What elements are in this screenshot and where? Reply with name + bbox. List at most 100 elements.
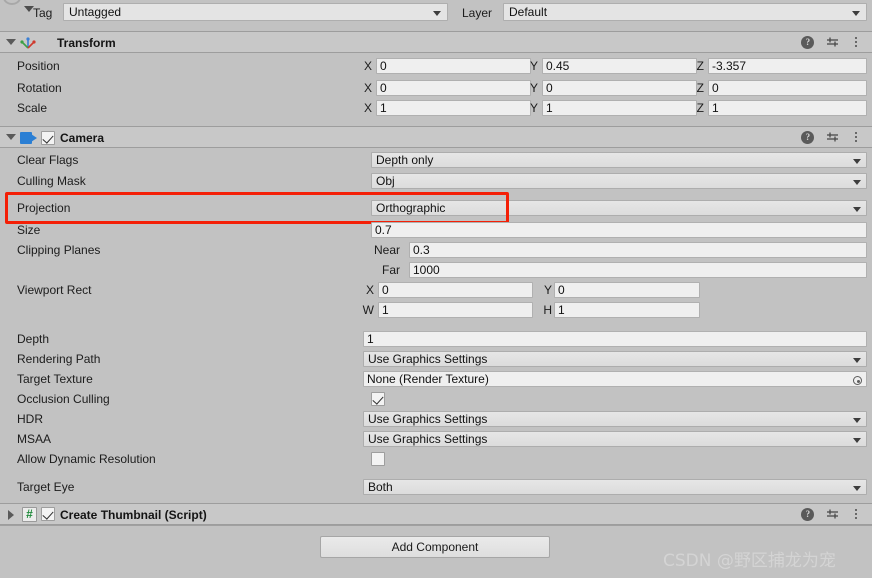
hdr-dropdown[interactable]: Use Graphics Settings (363, 411, 867, 427)
projection-value: Orthographic (376, 201, 446, 215)
camera-enabled-checkbox[interactable] (41, 131, 55, 145)
chevron-down-icon (853, 418, 861, 423)
create-thumbnail-component-header[interactable]: # Create Thumbnail (Script) ? (0, 503, 872, 525)
more-menu-icon[interactable] (850, 507, 864, 523)
preset-icon[interactable] (826, 507, 840, 523)
hdr-label: HDR (17, 412, 43, 426)
help-icon[interactable]: ? (801, 35, 815, 51)
rendering-path-label: Rendering Path (17, 352, 101, 366)
layer-value: Default (509, 5, 548, 19)
help-icon[interactable]: ? (801, 130, 815, 146)
scale-x-field[interactable]: 1 (376, 100, 531, 116)
depth-field[interactable]: 1 (363, 331, 867, 347)
viewport-h-label: H (543, 303, 552, 317)
rotation-x-field[interactable]: 0 (376, 80, 531, 96)
viewport-w-field[interactable]: 1 (378, 302, 533, 318)
rotation-z-field[interactable]: 0 (708, 80, 867, 96)
target-eye-value: Both (368, 480, 393, 494)
viewport-h-field[interactable]: 1 (554, 302, 700, 318)
axis-label-x: X (363, 81, 372, 95)
clipping-far-field[interactable]: 1000 (409, 262, 867, 278)
layer-dropdown[interactable]: Default (503, 3, 867, 21)
rendering-path-dropdown[interactable]: Use Graphics Settings (363, 351, 867, 367)
occlusion-culling-checkbox[interactable] (371, 392, 385, 406)
tag-label: Tag (33, 6, 53, 20)
footer-panel: Add Component CSDN @野区捕龙为宠 (0, 525, 872, 578)
script-header-icons: ? (794, 507, 864, 523)
size-field[interactable]: 0.7 (371, 222, 867, 238)
scale-label: Scale (17, 101, 48, 115)
chevron-down-icon (853, 207, 861, 212)
viewport-rect-xy-row: Viewport Rect X 0 Y 0 (0, 280, 872, 300)
rotation-y-field[interactable]: 0 (542, 80, 697, 96)
clipping-near-field[interactable]: 0.3 (409, 242, 867, 258)
rendering-path-row: Rendering Path Use Graphics Settings (0, 349, 872, 369)
axis-label-y: Y (529, 59, 538, 73)
axis-label-y: Y (529, 81, 538, 95)
msaa-dropdown[interactable]: Use Graphics Settings (363, 431, 867, 447)
near-label: Near (373, 243, 400, 257)
more-menu-icon[interactable] (850, 35, 864, 51)
viewport-x-label: X (365, 283, 374, 297)
camera-component-header[interactable]: Camera ? (0, 126, 872, 148)
clipping-planes-near-row: Clipping Planes Near 0.3 (0, 240, 872, 260)
scale-y-field[interactable]: 1 (542, 100, 697, 116)
chevron-down-icon (853, 438, 861, 443)
help-glyph: ? (801, 508, 815, 521)
transform-axis-icon (20, 35, 36, 51)
rendering-path-value: Use Graphics Settings (368, 352, 488, 366)
script-icon: # (22, 507, 37, 522)
foldout-arrow-icon[interactable] (6, 134, 16, 140)
more-menu-icon[interactable] (850, 130, 864, 146)
clear-flags-dropdown[interactable]: Depth only (371, 152, 867, 168)
transform-component-header[interactable]: Transform ? (0, 31, 872, 53)
clear-flags-row: Clear Flags Depth only (0, 150, 872, 170)
foldout-arrow-icon[interactable] (6, 39, 16, 45)
camera-title: Camera (60, 131, 105, 145)
transform-scale-row: Scale X 1 Y 1 Z 1 (0, 98, 872, 118)
script-enabled-checkbox[interactable] (41, 507, 55, 521)
viewport-rect-wh-row: W 1 H 1 (0, 300, 872, 320)
preset-icon[interactable] (826, 35, 840, 51)
viewport-y-label: Y (543, 283, 552, 297)
msaa-value: Use Graphics Settings (368, 432, 488, 446)
camera-header-icons: ? (794, 130, 864, 146)
size-label: Size (17, 223, 41, 237)
create-thumbnail-title: Create Thumbnail (Script) (60, 508, 207, 522)
chevron-down-icon (853, 180, 861, 185)
target-eye-dropdown[interactable]: Both (363, 479, 867, 495)
target-texture-field[interactable]: None (Render Texture) (363, 371, 867, 387)
position-z-field[interactable]: -3.357 (708, 58, 867, 74)
viewport-y-field[interactable]: 0 (554, 282, 700, 298)
culling-mask-label: Culling Mask (17, 174, 86, 188)
position-label: Position (17, 59, 60, 73)
axis-label-x: X (363, 59, 372, 73)
clear-flags-label: Clear Flags (17, 153, 79, 167)
size-row: Size 0.7 (0, 220, 872, 240)
viewport-rect-label: Viewport Rect (17, 283, 92, 297)
position-y-field[interactable]: 0.45 (542, 58, 697, 74)
foldout-arrow-icon[interactable] (8, 510, 14, 520)
transform-title: Transform (57, 36, 116, 50)
projection-dropdown[interactable]: Orthographic (371, 200, 867, 216)
tag-dropdown[interactable]: Untagged (63, 3, 448, 21)
axis-label-z: Z (696, 59, 704, 73)
far-label: Far (382, 263, 400, 277)
allow-dynamic-resolution-checkbox[interactable] (371, 452, 385, 466)
position-x-field[interactable]: 0 (376, 58, 531, 74)
scale-z-field[interactable]: 1 (708, 100, 867, 116)
help-icon[interactable]: ? (801, 507, 815, 523)
preset-icon[interactable] (826, 130, 840, 146)
culling-mask-dropdown[interactable]: Obj (371, 173, 867, 189)
add-component-button[interactable]: Add Component (320, 536, 550, 558)
object-picker-icon[interactable] (853, 376, 862, 385)
axis-label-z: Z (696, 81, 704, 95)
depth-row: Depth 1 (0, 329, 872, 349)
inspector-window: Tag Untagged Layer Default Transform ? P… (0, 0, 872, 578)
axis-label-y: Y (529, 101, 538, 115)
help-glyph: ? (801, 36, 815, 49)
viewport-x-field[interactable]: 0 (378, 282, 533, 298)
chevron-down-icon (853, 159, 861, 164)
msaa-label: MSAA (17, 432, 52, 446)
projection-row: Projection Orthographic (0, 198, 872, 218)
